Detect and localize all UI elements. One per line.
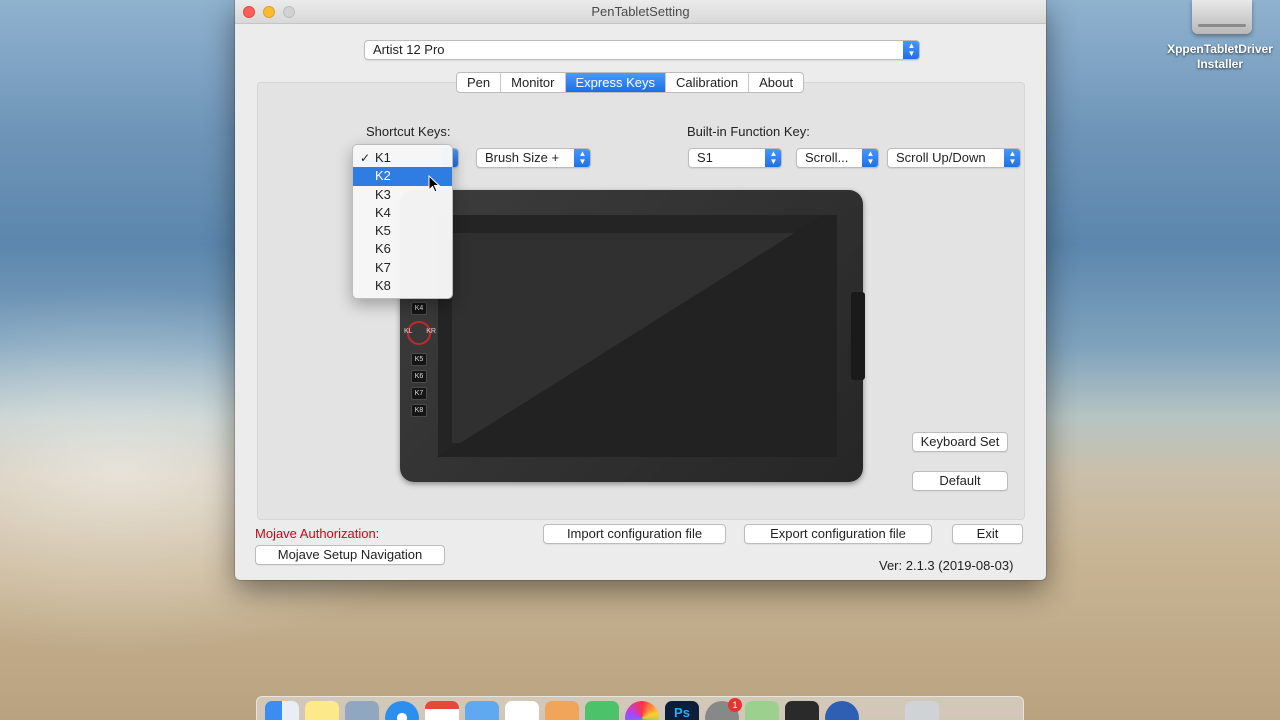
menu-item-k8[interactable]: K8 <box>353 277 452 295</box>
tab-pen[interactable]: Pen <box>457 73 502 92</box>
pen-tablet-setting-window: PenTabletSetting Artist 12 Pro ▲ ▼ Pen Mo… <box>235 0 1046 580</box>
maps-icon[interactable] <box>745 701 779 720</box>
tab-express-keys[interactable]: Express Keys <box>565 73 666 92</box>
dial-left-label: KL <box>404 328 413 335</box>
tab-about[interactable]: About <box>749 73 803 92</box>
tablet-key-k6: K6 <box>411 370 427 383</box>
tablet-express-keys: K4 KL KR K5 K6 K7 K8 <box>404 302 436 421</box>
menu-item-k6[interactable]: K6 <box>353 240 452 258</box>
notification-badge: 1 <box>728 698 742 712</box>
tablet-screen-art <box>438 215 837 457</box>
dock: Ps 1 <box>256 696 1024 720</box>
device-select[interactable]: Artist 12 Pro ▲ ▼ <box>364 40 920 60</box>
preview-icon[interactable] <box>465 701 499 720</box>
import-configuration-button[interactable]: Import configuration file <box>543 524 726 544</box>
title-bar[interactable]: PenTabletSetting <box>235 0 1046 24</box>
menu-item-label: K7 <box>375 259 391 275</box>
menu-item-k4[interactable]: K4 <box>353 204 452 222</box>
tablet-dial: KL KR <box>404 319 436 347</box>
mojave-setup-navigation-button[interactable]: Mojave Setup Navigation <box>255 545 445 565</box>
shortcut-key-menu: ✓ K1 K2 K3 K4 K5 K6 K7 K8 <box>352 144 453 299</box>
device-select-value: Artist 12 Pro <box>373 42 445 57</box>
tablet-side-button <box>851 292 865 380</box>
installer-drive-label[interactable]: XppenTabletDriver Installer <box>1150 42 1280 72</box>
menu-item-label: K5 <box>375 223 391 239</box>
trash-icon[interactable] <box>905 701 939 720</box>
finder-icon[interactable] <box>265 701 299 720</box>
reminders-icon[interactable] <box>505 701 539 720</box>
numbers-icon[interactable] <box>585 701 619 720</box>
builtin-function-value: Scroll... <box>805 150 849 165</box>
mojave-authorization-label: Mojave Authorization: <box>255 526 380 541</box>
shortcut-action-select[interactable]: Brush Size + ▲ ▼ <box>476 148 591 168</box>
photos-icon[interactable] <box>625 701 659 720</box>
default-button[interactable]: Default <box>912 471 1008 491</box>
popup-arrows-icon: ▲▼ <box>574 149 590 167</box>
mouse-pointer-icon <box>428 175 440 193</box>
window-title: PenTabletSetting <box>591 4 690 19</box>
system-preferences-icon[interactable]: 1 <box>705 698 742 720</box>
tablet-key-k4: K4 <box>411 302 427 315</box>
windmill-icon[interactable] <box>865 701 899 720</box>
quicktime-icon[interactable] <box>825 701 859 720</box>
photoshop-label: Ps <box>674 705 690 720</box>
tablet-key-k7: K7 <box>411 387 427 400</box>
builtin-mode-select[interactable]: Scroll Up/Down ▲ ▼ <box>887 148 1021 168</box>
builtin-function-key-label: Built-in Function Key: <box>687 124 810 139</box>
popup-arrows-icon: ▲▼ <box>765 149 781 167</box>
tablet-illustration: K4 KL KR K5 K6 K7 K8 <box>400 190 865 482</box>
version-label: Ver: 2.1.3 (2019-08-03) <box>879 558 1014 573</box>
menu-item-k7[interactable]: K7 <box>353 259 452 277</box>
builtin-key-select[interactable]: S1 ▲ ▼ <box>688 148 782 168</box>
shortcut-action-value: Brush Size + <box>485 150 560 165</box>
tablet-key-k5: K5 <box>411 353 427 366</box>
menu-item-label: K6 <box>375 241 391 257</box>
popup-arrows-icon: ▲▼ <box>862 149 878 167</box>
menu-item-label: K8 <box>375 278 391 294</box>
menu-item-label: K1 <box>375 150 391 165</box>
launchpad-icon[interactable] <box>345 701 379 720</box>
tab-calibration[interactable]: Calibration <box>666 73 750 92</box>
tablet-screen <box>438 215 837 457</box>
builtin-key-value: S1 <box>697 150 713 165</box>
dial-right-label: KR <box>426 328 436 335</box>
pages-icon[interactable] <box>545 701 579 720</box>
safari-icon[interactable] <box>385 701 419 720</box>
export-configuration-button[interactable]: Export configuration file <box>744 524 932 544</box>
builtin-function-select[interactable]: Scroll... ▲ ▼ <box>796 148 879 168</box>
menu-item-label: K3 <box>375 186 391 202</box>
installer-drive-icon[interactable] <box>1192 0 1252 34</box>
menu-item-label: K4 <box>375 204 391 220</box>
checkmark-icon: ✓ <box>360 151 371 165</box>
calendar-icon[interactable] <box>425 701 459 720</box>
menu-item-k5[interactable]: K5 <box>353 222 452 240</box>
popup-arrows-icon: ▲▼ <box>903 41 919 59</box>
pen-tablet-app-icon[interactable] <box>785 701 819 720</box>
builtin-mode-value: Scroll Up/Down <box>896 150 986 165</box>
shortcut-keys-label: Shortcut Keys: <box>366 124 451 139</box>
menu-item-k1[interactable]: ✓ K1 <box>353 149 452 167</box>
popup-arrows-icon: ▲▼ <box>1004 149 1020 167</box>
menu-item-label: K2 <box>375 168 391 184</box>
keyboard-set-button[interactable]: Keyboard Set <box>912 432 1008 452</box>
tablet-key-k8: K8 <box>411 404 427 417</box>
notes-icon[interactable] <box>305 701 339 720</box>
tab-bar: Pen Monitor Express Keys Calibration Abo… <box>456 72 805 93</box>
exit-button[interactable]: Exit <box>952 524 1023 544</box>
photoshop-icon[interactable]: Ps <box>665 701 699 720</box>
tab-monitor[interactable]: Monitor <box>501 73 566 92</box>
